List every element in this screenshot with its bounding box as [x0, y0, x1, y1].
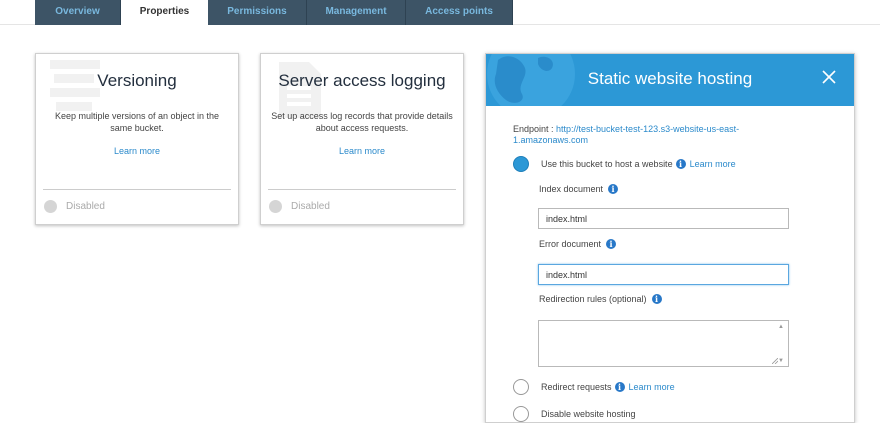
- info-icon[interactable]: i: [608, 184, 619, 194]
- tab-properties[interactable]: Properties: [121, 0, 208, 25]
- versioning-card[interactable]: Versioning Keep multiple versions of an …: [35, 53, 239, 225]
- error-document-label: Error document i: [539, 239, 617, 249]
- card-description: Keep multiple versions of an object in t…: [54, 111, 220, 133]
- host-website-radio[interactable]: [513, 156, 529, 172]
- error-document-label-text: Error document: [539, 239, 602, 249]
- redirect-requests-radio[interactable]: [513, 379, 529, 395]
- disable-hosting-label[interactable]: Disable website hosting: [541, 409, 636, 419]
- redirection-rules-label: Redirection rules (optional) i: [539, 294, 662, 304]
- learn-more-link[interactable]: Learn more: [629, 382, 675, 392]
- card-description: Set up access log records that provide d…: [271, 111, 453, 133]
- tab-bar: Overview Properties Permissions Manageme…: [35, 0, 513, 25]
- status-indicator: Disabled: [44, 200, 105, 213]
- scroll-up-icon[interactable]: ▲: [778, 324, 784, 330]
- learn-more-link[interactable]: Learn more: [690, 159, 736, 169]
- panel-header: Static website hosting: [486, 54, 854, 106]
- info-icon[interactable]: i: [606, 239, 617, 249]
- status-label: Disabled: [291, 201, 330, 212]
- redirection-rules-textarea[interactable]: ▲ ▼: [538, 320, 789, 367]
- index-document-label-text: Index document: [539, 184, 604, 194]
- panel-title: Static website hosting: [587, 69, 753, 88]
- info-icon[interactable]: i: [651, 294, 662, 304]
- scroll-down-icon[interactable]: ▼: [778, 358, 784, 364]
- endpoint: Endpoint : http://test-bucket-test-123.s…: [513, 124, 773, 146]
- endpoint-label: Endpoint :: [513, 124, 557, 134]
- redirection-rules-label-text: Redirection rules (optional): [539, 294, 647, 304]
- card-title: Versioning: [97, 71, 177, 90]
- resize-grip-icon[interactable]: [772, 358, 778, 364]
- status-label: Disabled: [66, 201, 105, 212]
- tab-access-points[interactable]: Access points: [406, 0, 513, 25]
- info-icon[interactable]: i: [675, 159, 686, 169]
- error-document-input[interactable]: [538, 264, 789, 285]
- info-icon[interactable]: i: [614, 382, 625, 392]
- disable-hosting-radio[interactable]: [513, 406, 529, 422]
- status-dot-icon: [44, 200, 57, 213]
- redirect-requests-label[interactable]: Redirect requests: [541, 382, 612, 392]
- static-website-hosting-panel: Static website hosting Endpoint : http:/…: [485, 53, 855, 423]
- close-icon[interactable]: [820, 68, 838, 86]
- host-website-option: Use this bucket to host a website i Lear…: [513, 156, 736, 172]
- index-document-input[interactable]: [538, 208, 789, 229]
- card-title: Server access logging: [278, 71, 446, 90]
- tab-permissions[interactable]: Permissions: [208, 0, 307, 25]
- tab-overview[interactable]: Overview: [35, 0, 121, 25]
- tab-management[interactable]: Management: [307, 0, 406, 25]
- divider: [268, 189, 456, 190]
- learn-more-link[interactable]: Learn more: [261, 146, 463, 156]
- redirect-requests-option: Redirect requests i Learn more: [513, 379, 675, 395]
- divider: [43, 189, 231, 190]
- status-dot-icon: [269, 200, 282, 213]
- learn-more-link[interactable]: Learn more: [36, 146, 238, 156]
- disable-hosting-option: Disable website hosting: [513, 406, 636, 422]
- host-website-label[interactable]: Use this bucket to host a website: [541, 159, 673, 169]
- status-indicator: Disabled: [269, 200, 330, 213]
- index-document-label: Index document i: [539, 184, 619, 194]
- server-access-logging-card[interactable]: Server access logging Set up access log …: [260, 53, 464, 225]
